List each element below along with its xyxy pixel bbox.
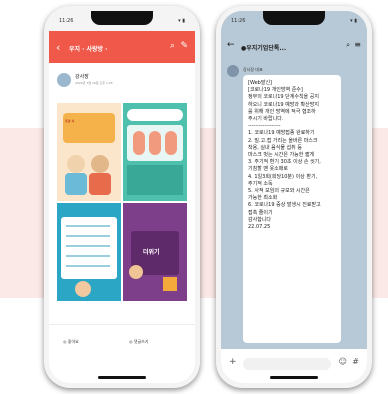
avatar[interactable] [227,65,239,77]
message-line: 착용, 실내 음식물 섭취 등 [248,144,302,151]
home-indicator [270,376,318,379]
figure-icon [67,155,85,173]
box-icon [163,277,177,291]
hash-icon[interactable]: # [352,357,359,366]
message-line: 주기적 소독 [248,180,273,187]
tile-caption [127,165,183,195]
chat-header: ← ●우지기업단톡... ⌕ ≡ [221,31,367,61]
post-actions: ◎ 좋아요 ◎ 댓글쓰기 [49,324,195,383]
message-line: 1. 코로나19 예방접종 완료하기 [248,130,315,137]
phone-right: 11:26 ▾ ▮ ← ●우지기업단톡... ⌕ ≡ 강사장 대표 [Web발신… [216,6,372,388]
panel-line [66,255,110,257]
image-tile[interactable] [123,103,187,201]
back-icon[interactable]: ← [227,40,235,50]
header-title: 우지 · 사랑방 · [69,46,108,53]
message-input[interactable] [243,358,331,370]
panel-line [66,245,110,247]
search-icon[interactable]: ⌕ [346,41,350,50]
edit-icon[interactable]: ✎ [180,41,188,51]
tile-label: 폭염 속 [65,119,75,123]
message-bubble[interactable]: [Web발신] [코로나19 개인방역 준수] 정부의 코로나19 단계수칙을 … [243,75,341,343]
figure-body [65,173,87,195]
menu-icon[interactable]: ≡ [354,40,361,49]
message-line: 접촉 줄이기 [248,209,273,216]
signal-icon: ▾ ▮ [350,18,357,24]
message-line: 하오니 코로나19 예방과 확산방지 [248,101,319,108]
figure-icon [165,131,177,155]
figure-icon [75,281,91,297]
sender-name: 강사장 대표 [243,67,263,72]
post-author: 강사장 2022년 7월 16일 오후 1:25 [49,63,195,99]
message-line: 6. 코로나19 증상 발생시 진료받고 [248,202,321,209]
panel-line [66,265,110,267]
phone-right-screen: 11:26 ▾ ▮ ← ●우지기업단톡... ⌕ ≡ 강사장 대표 [Web발신… [221,11,367,383]
message-line: 감사합니다 [248,216,272,223]
image-tile[interactable]: 폭염 속 [57,103,121,201]
comment-button[interactable]: ◎ 댓글쓰기 [129,339,148,345]
image-tile[interactable] [57,203,121,301]
post-meta: 2022년 7월 16일 오후 1:25 [75,81,113,85]
phone-notch [263,11,325,25]
figure-icon [149,131,161,155]
figure-icon [133,131,145,155]
message-line: 4. 1일3회(회당10분) 이상 환기, [248,173,318,180]
message-line: 주시기 바랍니다. [248,116,284,123]
status-time: 11:26 [59,18,74,24]
tile-badge [127,109,183,121]
phone-left: 11:26 ▾ ▮ ‹ 우지 · 사랑방 · ⌕ ✎ 강사장 2022년 7월 … [44,6,200,388]
message-line: 를 위해 개인 방역에 적극 협조하 [248,108,316,115]
signal-icon: ▾ ▮ [178,18,185,24]
phone-notch [91,11,153,25]
figure-icon [91,155,109,173]
status-time: 11:26 [231,18,246,24]
tile-poster [63,113,115,143]
home-indicator [98,376,146,379]
message-line: 정부의 코로나19 단계수칙을 공지 [248,94,319,101]
figure-body [89,173,111,195]
back-icon[interactable]: ‹ [56,41,60,54]
panel-line [66,225,110,227]
image-grid: 폭염 속 더위기 [57,103,187,301]
phone-left-screen: 11:26 ▾ ▮ ‹ 우지 · 사랑방 · ⌕ ✎ 강사장 2022년 7월 … [49,11,195,383]
panel-line [66,235,110,237]
author-name: 강사장 [75,74,89,80]
like-button[interactable]: ◎ 좋아요 [63,339,79,345]
app-header: ‹ 우지 · 사랑방 · ⌕ ✎ [49,31,195,63]
tile-label: 더위기 [143,249,160,256]
emoji-icon[interactable]: ☺ [339,357,347,366]
search-icon[interactable]: ⌕ [170,41,175,51]
figure-icon [129,265,143,279]
message-line: 기침할 땐 옷소매로 [248,166,288,173]
message-line: 22.07.25 [248,224,271,231]
message-input-bar: + ☺ # [221,349,367,383]
image-tile[interactable]: 더위기 [123,203,187,301]
chat-title: ●우지기업단톡... [241,45,287,52]
plus-icon[interactable]: + [229,357,237,367]
message-line: 2. 밀.고.접 가리는 올바른 마스크 [248,137,318,144]
avatar[interactable] [57,73,71,87]
